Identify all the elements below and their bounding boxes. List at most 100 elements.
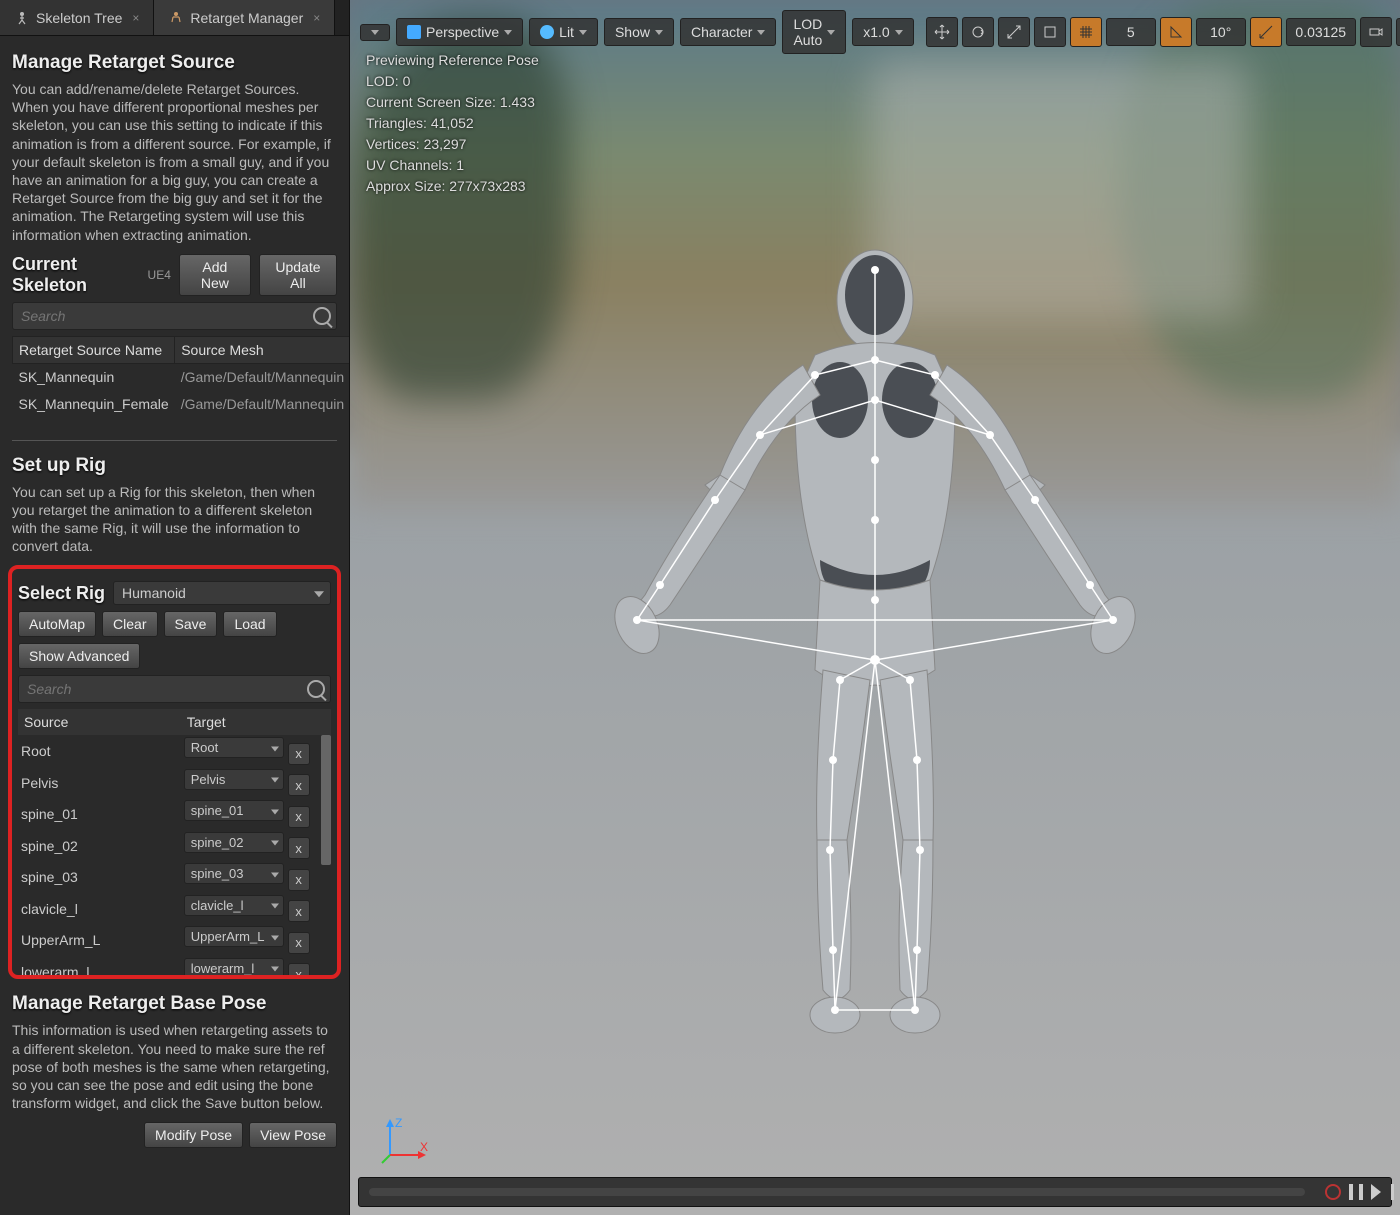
step-forward-icon[interactable] xyxy=(1371,1184,1381,1200)
timeline[interactable] xyxy=(358,1177,1392,1207)
clear-mapping-button[interactable]: x xyxy=(288,743,310,765)
lod-button[interactable]: LOD Auto xyxy=(782,10,846,54)
separator xyxy=(12,440,337,441)
scrollbar-thumb[interactable] xyxy=(321,735,331,865)
close-icon[interactable]: × xyxy=(313,11,320,25)
table-row: spine_02 spine_02 x xyxy=(18,830,331,862)
col-source[interactable]: Source xyxy=(18,709,181,735)
save-button[interactable]: Save xyxy=(164,611,218,637)
timeline-track[interactable] xyxy=(369,1188,1305,1196)
viewport-toolbar: Perspective Lit Show Character LOD Auto … xyxy=(360,10,1390,54)
perspective-button[interactable]: Perspective xyxy=(396,18,523,46)
manage-source-title: Manage Retarget Source xyxy=(12,52,337,74)
clear-mapping-button[interactable]: x xyxy=(288,837,310,859)
speed-button[interactable]: x1.0 xyxy=(852,18,913,46)
chevron-down-icon xyxy=(371,30,379,35)
search-icon xyxy=(313,307,331,325)
viewport[interactable]: Perspective Lit Show Character LOD Auto … xyxy=(350,0,1400,1215)
target-bone-dropdown[interactable]: Pelvis xyxy=(184,769,284,790)
left-panel: Skeleton Tree × Retarget Manager × Manag… xyxy=(0,0,350,1215)
chevron-down-icon xyxy=(314,592,324,598)
rig-highlight-box: Select Rig Humanoid AutoMap Clear Save L… xyxy=(8,565,341,979)
retarget-source-search-input[interactable] xyxy=(12,302,337,330)
pause-icon[interactable] xyxy=(1349,1184,1363,1200)
table-row[interactable]: SK_Mannequin/Game/Default/Mannequin xyxy=(13,363,350,390)
clear-mapping-button[interactable]: x xyxy=(288,806,310,828)
bone-map-scroll[interactable]: Root Root xPelvis Pelvis xspine_01 spine… xyxy=(18,735,331,975)
camera-speed-value[interactable]: 4 xyxy=(1396,18,1400,46)
target-bone-dropdown[interactable]: spine_03 xyxy=(184,863,284,884)
scale-snap-icon[interactable] xyxy=(1250,17,1282,47)
grid-snap-icon[interactable] xyxy=(1070,17,1102,47)
angle-snap-value[interactable]: 10° xyxy=(1196,18,1246,46)
search-icon xyxy=(307,680,325,698)
table-row: UpperArm_L UpperArm_L x xyxy=(18,924,331,956)
skeleton-icon xyxy=(14,10,30,26)
setup-rig-title: Set up Rig xyxy=(12,455,337,477)
show-advanced-button[interactable]: Show Advanced xyxy=(18,643,140,669)
clear-mapping-button[interactable]: x xyxy=(288,869,310,891)
ue4-label: UE4 xyxy=(148,268,171,282)
retarget-icon xyxy=(168,10,184,26)
clear-mapping-button[interactable]: x xyxy=(288,774,310,796)
axis-gizmo: Z X xyxy=(380,1115,430,1165)
move-tool-icon[interactable] xyxy=(926,17,958,47)
clear-mapping-button[interactable]: x xyxy=(288,963,310,975)
bone-map-header: Source Target xyxy=(18,709,331,735)
scale-snap-value[interactable]: 0.03125 xyxy=(1286,18,1356,46)
update-all-button[interactable]: Update All xyxy=(259,254,337,296)
target-bone-dropdown[interactable]: lowerarm_l xyxy=(184,958,284,976)
table-row[interactable]: SK_Mannequin_Female/Game/Default/Mannequ… xyxy=(13,390,350,417)
tab-label: Retarget Manager xyxy=(190,10,303,26)
viewport-info: Previewing Reference PoseLOD: 0 Current … xyxy=(366,50,539,197)
view-pose-button[interactable]: View Pose xyxy=(249,1122,337,1148)
tab-retarget-manager[interactable]: Retarget Manager × xyxy=(154,0,335,35)
target-bone-dropdown[interactable]: clavicle_l xyxy=(184,895,284,916)
target-bone-dropdown[interactable]: UpperArm_L xyxy=(184,926,284,947)
scale-tool-icon[interactable] xyxy=(998,17,1030,47)
camera-speed-icon[interactable] xyxy=(1360,17,1392,47)
rig-dropdown[interactable]: Humanoid xyxy=(113,581,331,605)
lit-button[interactable]: Lit xyxy=(529,18,598,46)
rig-value: Humanoid xyxy=(122,585,186,601)
manage-source-text: You can add/rename/delete Retarget Sourc… xyxy=(12,80,337,244)
select-rig-label: Select Rig xyxy=(18,583,105,604)
target-bone-dropdown[interactable]: spine_02 xyxy=(184,832,284,853)
world-local-icon[interactable] xyxy=(1034,17,1066,47)
clear-mapping-button[interactable]: x xyxy=(288,900,310,922)
tab-label: Skeleton Tree xyxy=(36,10,122,26)
add-new-button[interactable]: Add New xyxy=(179,254,251,296)
table-row: spine_01 spine_01 x xyxy=(18,798,331,830)
clear-mapping-button[interactable]: x xyxy=(288,932,310,954)
load-button[interactable]: Load xyxy=(223,611,276,637)
automap-button[interactable]: AutoMap xyxy=(18,611,96,637)
mannequin-preview[interactable] xyxy=(575,200,1175,1050)
modify-pose-button[interactable]: Modify Pose xyxy=(144,1122,243,1148)
table-row: spine_03 spine_03 x xyxy=(18,861,331,893)
clear-button[interactable]: Clear xyxy=(102,611,157,637)
svg-text:X: X xyxy=(420,1140,428,1154)
character-button[interactable]: Character xyxy=(680,18,776,46)
target-bone-dropdown[interactable]: spine_01 xyxy=(184,800,284,821)
rig-search-input[interactable] xyxy=(18,675,331,703)
perspective-icon xyxy=(407,25,421,39)
col-source-mesh[interactable]: Source Mesh xyxy=(175,336,349,363)
target-bone-dropdown[interactable]: Root xyxy=(184,737,284,758)
show-button[interactable]: Show xyxy=(604,18,674,46)
rotate-tool-icon[interactable] xyxy=(962,17,994,47)
grid-snap-value[interactable]: 5 xyxy=(1106,18,1156,46)
current-skeleton-label: Current Skeleton xyxy=(12,254,140,296)
panel-body: Manage Retarget Source You can add/renam… xyxy=(0,36,349,1215)
viewport-options-button[interactable] xyxy=(360,24,390,41)
close-icon[interactable]: × xyxy=(132,11,139,25)
setup-rig-text: You can set up a Rig for this skeleton, … xyxy=(12,483,337,556)
tabs: Skeleton Tree × Retarget Manager × xyxy=(0,0,349,36)
tab-skeleton-tree[interactable]: Skeleton Tree × xyxy=(0,0,154,35)
record-icon[interactable] xyxy=(1325,1184,1341,1200)
col-source-name[interactable]: Retarget Source Name xyxy=(13,336,175,363)
bulb-icon xyxy=(540,25,554,39)
col-target[interactable]: Target xyxy=(181,709,331,735)
table-row: lowerarm_l lowerarm_l x xyxy=(18,956,331,976)
angle-snap-icon[interactable] xyxy=(1160,17,1192,47)
base-pose-text: This information is used when retargetin… xyxy=(12,1021,337,1112)
